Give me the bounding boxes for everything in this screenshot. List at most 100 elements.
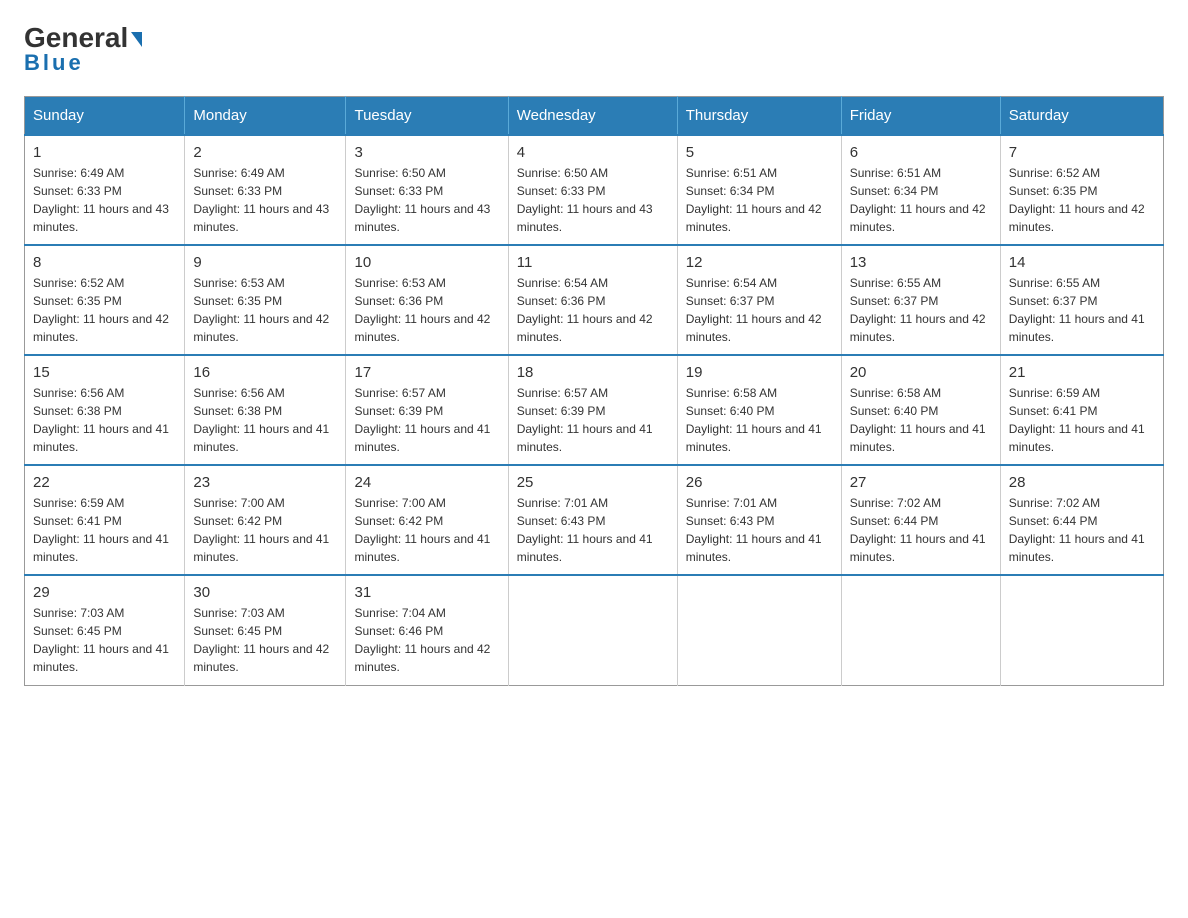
calendar-cell: 20 Sunrise: 6:58 AMSunset: 6:40 PMDayligh… [841, 355, 1000, 465]
day-number: 7 [1009, 144, 1155, 161]
day-number: 5 [686, 144, 833, 161]
calendar-cell: 17Sunrise: 6:57 AMSunset: 6:39 PMDayligh… [346, 355, 508, 465]
day-info: Sunrise: 6:51 AMSunset: 6:34 PMDaylight:… [686, 164, 833, 236]
day-number: 6 [850, 144, 992, 161]
day-info: Sunrise: 6:52 AMSunset: 6:35 PMDaylight:… [1009, 164, 1155, 236]
day-number: 26 [686, 474, 833, 491]
day-number: 25 [517, 474, 669, 491]
calendar-cell: 6Sunrise: 6:51 AMSunset: 6:34 PMDaylight… [841, 135, 1000, 245]
calendar-week-row: 29 Sunrise: 7:03 AMSunset: 6:45 PMDayligh… [25, 575, 1164, 685]
calendar-header-row: SundayMondayTuesdayWednesdayThursdayFrid… [25, 97, 1164, 136]
calendar-cell: 23 Sunrise: 7:00 AMSunset: 6:42 PMDayligh… [185, 465, 346, 575]
day-number: 21 [1009, 364, 1155, 381]
day-info: Sunrise: 7:02 AMSunset: 6:44 PMDaylight:… [850, 494, 992, 566]
day-number: 22 [33, 474, 176, 491]
day-number: 16 [193, 364, 337, 381]
day-number: 10 [354, 254, 499, 271]
header-day-saturday: Saturday [1000, 97, 1163, 136]
calendar-cell: 12Sunrise: 6:54 AMSunset: 6:37 PMDayligh… [677, 245, 841, 355]
day-info: Sunrise: 6:56 AMSunset: 6:38 PMDaylight:… [33, 384, 176, 456]
day-info: Sunrise: 6:55 AMSunset: 6:37 PMDaylight:… [1009, 274, 1155, 346]
day-number: 14 [1009, 254, 1155, 271]
calendar-cell: 19 Sunrise: 6:58 AMSunset: 6:40 PMDayligh… [677, 355, 841, 465]
calendar-cell: 26 Sunrise: 7:01 AMSunset: 6:43 PMDayligh… [677, 465, 841, 575]
day-info: Sunrise: 6:56 AMSunset: 6:38 PMDaylight:… [193, 384, 337, 456]
day-info: Sunrise: 7:00 AMSunset: 6:42 PMDaylight:… [354, 494, 499, 566]
day-number: 9 [193, 254, 337, 271]
day-info: Sunrise: 7:01 AMSunset: 6:43 PMDaylight:… [517, 494, 669, 566]
calendar-cell: 28 Sunrise: 7:02 AMSunset: 6:44 PMDayligh… [1000, 465, 1163, 575]
day-info: Sunrise: 6:57 AMSunset: 6:39 PMDaylight:… [517, 384, 669, 456]
day-number: 24 [354, 474, 499, 491]
header-day-thursday: Thursday [677, 97, 841, 136]
day-number: 11 [517, 254, 669, 271]
header: General Blue [24, 24, 1164, 76]
day-number: 30 [193, 584, 337, 601]
day-info: Sunrise: 6:58 AMSunset: 6:40 PMDaylight:… [686, 384, 833, 456]
day-info: Sunrise: 6:52 AMSunset: 6:35 PMDaylight:… [33, 274, 176, 346]
day-info: Sunrise: 6:54 AMSunset: 6:37 PMDaylight:… [686, 274, 833, 346]
day-info: Sunrise: 6:58 AMSunset: 6:40 PMDaylight:… [850, 384, 992, 456]
day-number: 17 [354, 364, 499, 381]
day-number: 3 [354, 144, 499, 161]
calendar-week-row: 22 Sunrise: 6:59 AMSunset: 6:41 PMDayligh… [25, 465, 1164, 575]
logo: General Blue [24, 24, 142, 76]
calendar-cell [1000, 575, 1163, 685]
day-number: 23 [193, 474, 337, 491]
day-info: Sunrise: 6:53 AMSunset: 6:36 PMDaylight:… [354, 274, 499, 346]
calendar-table: SundayMondayTuesdayWednesdayThursdayFrid… [24, 96, 1164, 686]
day-info: Sunrise: 7:00 AMSunset: 6:42 PMDaylight:… [193, 494, 337, 566]
day-info: Sunrise: 6:49 AMSunset: 6:33 PMDaylight:… [193, 164, 337, 236]
calendar-cell: 22 Sunrise: 6:59 AMSunset: 6:41 PMDayligh… [25, 465, 185, 575]
header-day-tuesday: Tuesday [346, 97, 508, 136]
day-number: 19 [686, 364, 833, 381]
calendar-week-row: 1 Sunrise: 6:49 AMSunset: 6:33 PMDaylight… [25, 135, 1164, 245]
calendar-week-row: 15 Sunrise: 6:56 AMSunset: 6:38 PMDayligh… [25, 355, 1164, 465]
day-number: 27 [850, 474, 992, 491]
calendar-week-row: 8 Sunrise: 6:52 AMSunset: 6:35 PMDaylight… [25, 245, 1164, 355]
day-number: 28 [1009, 474, 1155, 491]
day-number: 29 [33, 584, 176, 601]
calendar-cell: 9Sunrise: 6:53 AMSunset: 6:35 PMDaylight… [185, 245, 346, 355]
calendar-cell: 8 Sunrise: 6:52 AMSunset: 6:35 PMDaylight… [25, 245, 185, 355]
day-number: 1 [33, 144, 176, 161]
day-number: 2 [193, 144, 337, 161]
calendar-cell [508, 575, 677, 685]
day-number: 20 [850, 364, 992, 381]
day-info: Sunrise: 6:50 AMSunset: 6:33 PMDaylight:… [517, 164, 669, 236]
calendar-cell: 11 Sunrise: 6:54 AMSunset: 6:36 PMDayligh… [508, 245, 677, 355]
day-info: Sunrise: 6:49 AMSunset: 6:33 PMDaylight:… [33, 164, 176, 236]
calendar-cell: 21Sunrise: 6:59 AMSunset: 6:41 PMDayligh… [1000, 355, 1163, 465]
header-day-wednesday: Wednesday [508, 97, 677, 136]
header-day-monday: Monday [185, 97, 346, 136]
calendar-cell: 30 Sunrise: 7:03 AMSunset: 6:45 PMDayligh… [185, 575, 346, 685]
day-info: Sunrise: 7:04 AMSunset: 6:46 PMDaylight:… [354, 604, 499, 676]
calendar-cell: 3 Sunrise: 6:50 AMSunset: 6:33 PMDaylight… [346, 135, 508, 245]
day-number: 15 [33, 364, 176, 381]
calendar-cell: 24 Sunrise: 7:00 AMSunset: 6:42 PMDayligh… [346, 465, 508, 575]
day-info: Sunrise: 6:50 AMSunset: 6:33 PMDaylight:… [354, 164, 499, 236]
calendar-cell: 18 Sunrise: 6:57 AMSunset: 6:39 PMDayligh… [508, 355, 677, 465]
header-day-sunday: Sunday [25, 97, 185, 136]
day-number: 4 [517, 144, 669, 161]
header-day-friday: Friday [841, 97, 1000, 136]
calendar-cell: 15 Sunrise: 6:56 AMSunset: 6:38 PMDayligh… [25, 355, 185, 465]
calendar-cell: 2 Sunrise: 6:49 AMSunset: 6:33 PMDaylight… [185, 135, 346, 245]
day-info: Sunrise: 7:03 AMSunset: 6:45 PMDaylight:… [193, 604, 337, 676]
day-number: 31 [354, 584, 499, 601]
day-info: Sunrise: 7:01 AMSunset: 6:43 PMDaylight:… [686, 494, 833, 566]
calendar-cell: 10 Sunrise: 6:53 AMSunset: 6:36 PMDayligh… [346, 245, 508, 355]
calendar-cell [841, 575, 1000, 685]
calendar-cell: 7 Sunrise: 6:52 AMSunset: 6:35 PMDaylight… [1000, 135, 1163, 245]
day-number: 13 [850, 254, 992, 271]
day-info: Sunrise: 7:02 AMSunset: 6:44 PMDaylight:… [1009, 494, 1155, 566]
calendar-cell: 27 Sunrise: 7:02 AMSunset: 6:44 PMDayligh… [841, 465, 1000, 575]
day-info: Sunrise: 6:54 AMSunset: 6:36 PMDaylight:… [517, 274, 669, 346]
calendar-cell: 13 Sunrise: 6:55 AMSunset: 6:37 PMDayligh… [841, 245, 1000, 355]
day-number: 8 [33, 254, 176, 271]
calendar-cell: 1 Sunrise: 6:49 AMSunset: 6:33 PMDaylight… [25, 135, 185, 245]
day-info: Sunrise: 6:59 AMSunset: 6:41 PMDaylight:… [33, 494, 176, 566]
day-number: 18 [517, 364, 669, 381]
day-info: Sunrise: 6:55 AMSunset: 6:37 PMDaylight:… [850, 274, 992, 346]
calendar-cell: 4 Sunrise: 6:50 AMSunset: 6:33 PMDaylight… [508, 135, 677, 245]
